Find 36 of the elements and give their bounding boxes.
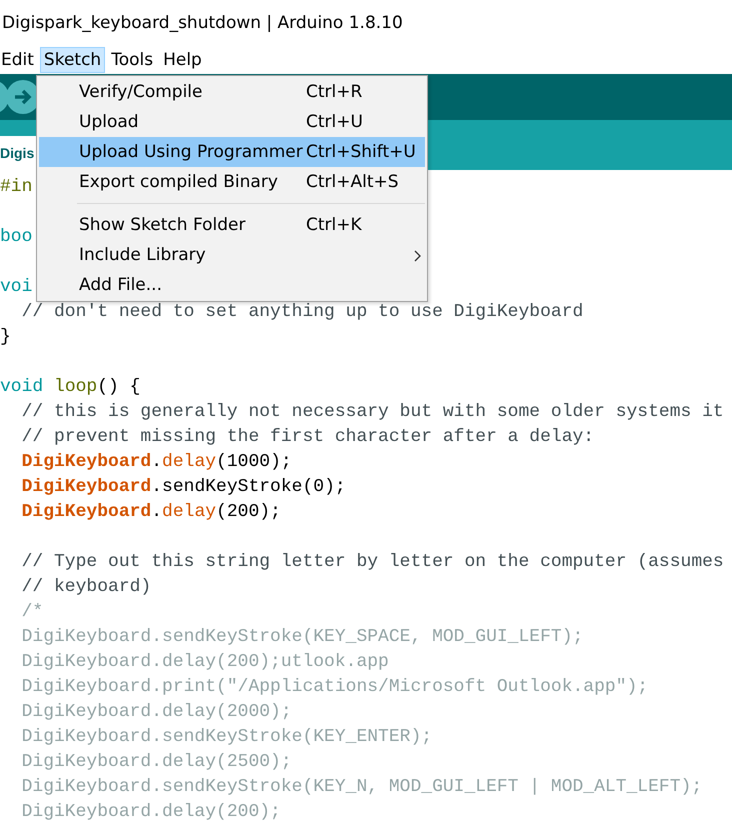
menu-item[interactable]: Export compiled Binary Ctrl+Alt+S — [39, 167, 425, 197]
code-line: DigiKeyboard.delay(200); — [20, 501, 281, 524]
code-line: // don't need to set anything up to use DigiKeyboard — [20, 301, 584, 324]
window-title: Digispark_keyboard_shutdown | Arduino 1.8.10 — [2, 13, 403, 33]
code-line: void loop() { — [0, 376, 140, 399]
code-line: DigiKeyboard.print("/Applications/Microsoft Outlook.app"); — [20, 676, 648, 699]
menu-item[interactable]: Sketch — [40, 47, 106, 73]
code-line: // keyboard) — [20, 576, 152, 599]
code-line: DigiKeyboard.sendKeyStroke(KEY_SPACE, MOD_GUI_LEFT); — [20, 626, 584, 649]
menu-item[interactable]: Upload Using Programmer Ctrl+Shift+U — [39, 137, 425, 167]
code-line: DigiKeyboard.delay(2000); — [20, 701, 292, 724]
menu-item[interactable]: Verify/Compile Ctrl+R — [39, 77, 425, 107]
menu-item[interactable]: Include Library — [39, 240, 425, 270]
code-line: } — [0, 326, 11, 349]
code-line: // this is generally not necessary but with some older systems it — [20, 401, 724, 424]
code-line: DigiKeyboard.delay(2500); — [20, 751, 292, 774]
code-line: DigiKeyboard.delay(1000); — [20, 451, 292, 474]
menu-item[interactable]: Upload Ctrl+U — [39, 107, 425, 137]
code-line: DigiKeyboard.delay(200);utlook.app — [20, 651, 389, 674]
code-line: DigiKeyboard.sendKeyStroke(KEY_ENTER); — [20, 726, 432, 749]
menu-item[interactable]: Help — [159, 47, 206, 73]
code-line: DigiKeyboard.sendKeyStroke(KEY_N, MOD_GUI_LEFT | MOD_ALT_LEFT); — [20, 776, 702, 799]
code-line: DigiKeyboard.delay(200); — [20, 801, 281, 824]
menu-item[interactable]: Tools — [107, 47, 158, 73]
code-line: // prevent missing the first character after a delay: — [20, 426, 594, 449]
code-line: boo — [0, 226, 32, 249]
code-line: #in — [0, 176, 32, 199]
chevron-right-icon — [414, 250, 421, 262]
code-line: voi — [0, 276, 32, 299]
editor-tab[interactable]: Digis — [0, 136, 38, 170]
menu-item[interactable]: Show Sketch Folder Ctrl+K — [39, 210, 425, 240]
menu-item[interactable]: Edit — [0, 47, 38, 73]
code-line: DigiKeyboard.sendKeyStroke(0); — [20, 476, 346, 499]
menu-item[interactable]: Add File... — [39, 270, 425, 300]
code-line: // Type out this string letter by letter on the computer (assumes — [20, 551, 724, 574]
code-line: /* — [20, 601, 44, 624]
